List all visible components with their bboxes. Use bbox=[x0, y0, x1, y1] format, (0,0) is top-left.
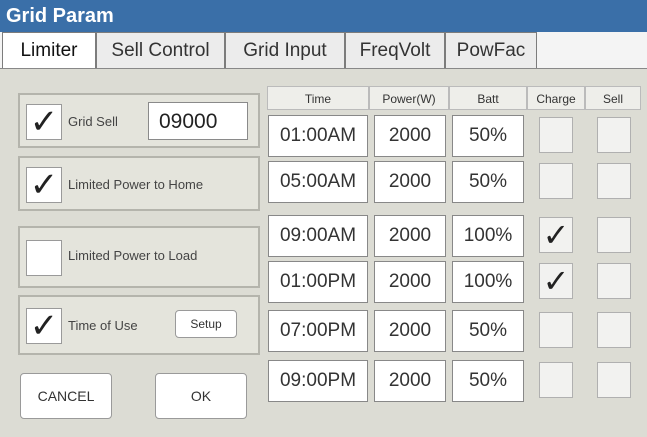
row-6-power[interactable]: 2000 bbox=[374, 360, 446, 402]
window-title: Grid Param bbox=[0, 0, 647, 32]
grid-sell-label: Grid Sell bbox=[68, 114, 118, 129]
grid-sell-checkbox[interactable]: ✓ bbox=[26, 104, 62, 140]
row-4-batt[interactable]: 100% bbox=[452, 261, 524, 303]
row-2-batt[interactable]: 50% bbox=[452, 161, 524, 203]
tab-sell-control[interactable]: Sell Control bbox=[96, 32, 225, 68]
header-charge: Charge bbox=[527, 86, 585, 110]
row-5-sell-checkbox[interactable] bbox=[597, 312, 631, 348]
checkmark-icon: ✓ bbox=[542, 217, 570, 253]
grid-sell-group: ✓ Grid Sell 09000 bbox=[18, 93, 260, 148]
row-1-batt[interactable]: 50% bbox=[452, 115, 524, 157]
row-3-charge-checkbox[interactable]: ✓ bbox=[539, 217, 573, 253]
row-4-power[interactable]: 2000 bbox=[374, 261, 446, 303]
row-1-power[interactable]: 2000 bbox=[374, 115, 446, 157]
row-3-sell-checkbox[interactable] bbox=[597, 217, 631, 253]
limited-home-checkbox[interactable]: ✓ bbox=[26, 167, 62, 203]
limited-load-checkbox[interactable] bbox=[26, 240, 62, 276]
limited-home-label: Limited Power to Home bbox=[68, 177, 204, 192]
checkmark-icon: ✓ bbox=[542, 263, 570, 299]
time-of-use-checkbox[interactable]: ✓ bbox=[26, 308, 62, 344]
row-3-time[interactable]: 09:00AM bbox=[268, 215, 368, 257]
limited-load-group: Limited Power to Load bbox=[18, 226, 260, 288]
tab-freqvolt[interactable]: FreqVolt bbox=[345, 32, 445, 68]
ok-button[interactable]: OK bbox=[155, 373, 247, 419]
limited-home-group: ✓ Limited Power to Home bbox=[18, 156, 260, 211]
checkmark-icon: ✓ bbox=[29, 166, 59, 204]
time-of-use-label: Time of Use bbox=[68, 318, 138, 333]
row-6-charge-checkbox[interactable] bbox=[539, 362, 573, 398]
row-6-batt[interactable]: 50% bbox=[452, 360, 524, 402]
header-sell: Sell bbox=[585, 86, 641, 110]
row-5-charge-checkbox[interactable] bbox=[539, 312, 573, 348]
tab-powfac[interactable]: PowFac bbox=[445, 32, 537, 68]
row-2-power[interactable]: 2000 bbox=[374, 161, 446, 203]
checkmark-icon: ✓ bbox=[29, 103, 59, 141]
tab-grid-input[interactable]: Grid Input bbox=[225, 32, 345, 68]
row-5-time[interactable]: 07:00PM bbox=[268, 310, 368, 352]
row-5-batt[interactable]: 50% bbox=[452, 310, 524, 352]
row-2-time[interactable]: 05:00AM bbox=[268, 161, 368, 203]
setup-button[interactable]: Setup bbox=[175, 310, 237, 338]
row-4-charge-checkbox[interactable]: ✓ bbox=[539, 263, 573, 299]
row-3-power[interactable]: 2000 bbox=[374, 215, 446, 257]
row-6-time[interactable]: 09:00PM bbox=[268, 360, 368, 402]
row-4-sell-checkbox[interactable] bbox=[597, 263, 631, 299]
checkmark-icon: ✓ bbox=[29, 307, 59, 345]
row-4-time[interactable]: 01:00PM bbox=[268, 261, 368, 303]
row-6-sell-checkbox[interactable] bbox=[597, 362, 631, 398]
limited-load-label: Limited Power to Load bbox=[68, 248, 198, 263]
tab-limiter[interactable]: Limiter bbox=[2, 32, 96, 68]
cancel-button[interactable]: CANCEL bbox=[20, 373, 112, 419]
row-2-charge-checkbox[interactable] bbox=[539, 163, 573, 199]
row-2-sell-checkbox[interactable] bbox=[597, 163, 631, 199]
row-1-sell-checkbox[interactable] bbox=[597, 117, 631, 153]
tab-bar: Limiter Sell Control Grid Input FreqVolt… bbox=[0, 32, 647, 68]
grid-sell-value-field[interactable]: 09000 bbox=[148, 102, 248, 140]
time-of-use-group: ✓ Time of Use Setup bbox=[18, 295, 260, 355]
row-3-batt[interactable]: 100% bbox=[452, 215, 524, 257]
row-5-power[interactable]: 2000 bbox=[374, 310, 446, 352]
header-batt: Batt bbox=[449, 86, 527, 110]
header-power: Power(W) bbox=[369, 86, 449, 110]
header-time: Time bbox=[267, 86, 369, 110]
row-1-time[interactable]: 01:00AM bbox=[268, 115, 368, 157]
row-1-charge-checkbox[interactable] bbox=[539, 117, 573, 153]
